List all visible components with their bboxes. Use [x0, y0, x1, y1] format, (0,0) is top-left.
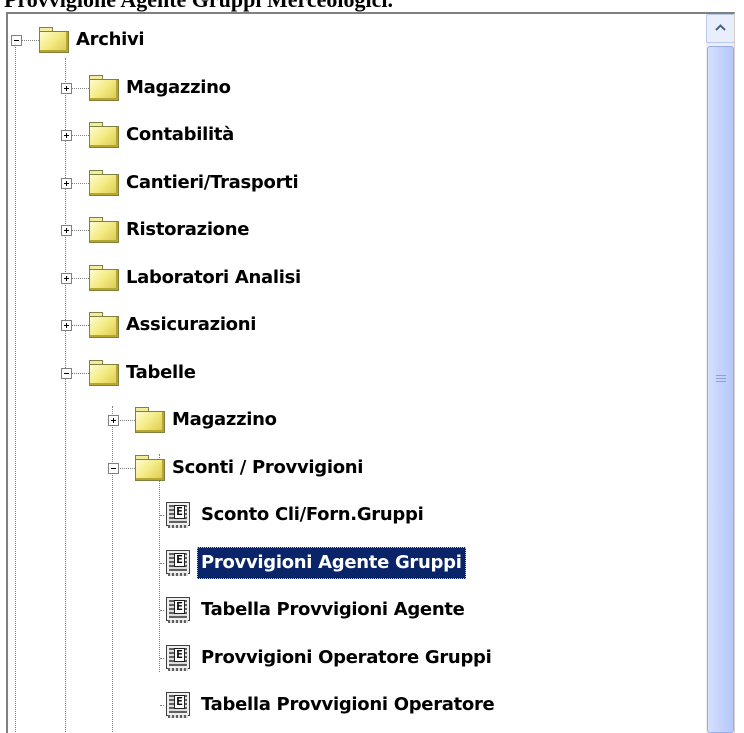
tree-node[interactable]: Assicurazioni: [122, 309, 261, 341]
report-icon-letter: E: [174, 695, 185, 709]
expand-plus-icon[interactable]: [61, 130, 72, 141]
report-icon-letter: E: [174, 600, 185, 614]
tree-node[interactable]: Cantieri/Trasporti: [122, 166, 303, 199]
report-icon-letter: E: [174, 647, 185, 662]
folder-icon: [89, 74, 119, 101]
tree-node[interactable]: Contabilità: [122, 119, 238, 151]
report-icon: E: [164, 691, 192, 719]
report-icon-letter: E: [174, 505, 185, 519]
tree-guide-line: [65, 58, 66, 733]
report-icon: E: [164, 596, 192, 624]
folder-icon: [89, 312, 119, 338]
vertical-scrollbar[interactable]: [705, 14, 734, 733]
tree-node[interactable]: Tabelle: [122, 356, 200, 389]
expand-plus-icon[interactable]: [61, 272, 72, 284]
tree-view[interactable]: Archivi Magazzino Contabilità Cantieri/Tras…: [6, 12, 735, 733]
collapse-minus-icon[interactable]: [61, 367, 72, 379]
tree-node[interactable]: Tabella Provvigioni Operatore: [197, 689, 499, 721]
folder-icon: [39, 27, 69, 53]
chevron-up-icon: [715, 24, 726, 31]
folder-icon: [135, 407, 165, 433]
expand-plus-icon[interactable]: [61, 177, 72, 189]
tree-node[interactable]: Sconto Cli/Forn.Gruppi: [197, 499, 428, 531]
folder-icon: [89, 359, 119, 386]
folder-icon: [135, 454, 165, 481]
report-icon: E: [164, 501, 192, 529]
tree-node[interactable]: Magazzino: [168, 404, 281, 436]
tree-node[interactable]: Tabella Provvigioni Agente: [197, 594, 469, 626]
report-icon: E: [164, 549, 192, 577]
scroll-thumb[interactable]: [707, 46, 734, 733]
expand-plus-icon[interactable]: [108, 415, 119, 426]
folder-icon: [89, 217, 119, 243]
collapse-minus-icon[interactable]: [108, 462, 119, 474]
folder-icon: [89, 264, 119, 291]
folder-icon: [89, 169, 119, 196]
tree-node[interactable]: Archivi: [72, 24, 149, 56]
expand-plus-icon[interactable]: [61, 82, 72, 94]
tree-node-selected[interactable]: Provvigioni Agente Gruppi: [197, 546, 466, 579]
tree-node[interactable]: Sconti / Provvigioni: [168, 451, 368, 484]
scroll-up-button[interactable]: [706, 14, 734, 43]
tree-node[interactable]: Magazzino: [122, 71, 235, 104]
folder-icon: [89, 122, 119, 148]
scroll-grip-icon: [716, 373, 726, 382]
report-icon: E: [164, 644, 192, 672]
tree-node[interactable]: Laboratori Analisi: [122, 261, 305, 294]
report-icon-letter: E: [174, 552, 185, 567]
expand-plus-icon[interactable]: [61, 225, 72, 236]
page-title: Provvigione Agente Gruppi Merceologici.: [4, 0, 393, 12]
tree-guide-line: [112, 406, 113, 733]
tree-node[interactable]: Provvigioni Operatore Gruppi: [197, 641, 496, 674]
expand-plus-icon[interactable]: [61, 320, 72, 331]
tree-guide-line: [15, 38, 16, 733]
collapse-minus-icon[interactable]: [11, 35, 22, 46]
tree-node[interactable]: Ristorazione: [122, 214, 254, 246]
